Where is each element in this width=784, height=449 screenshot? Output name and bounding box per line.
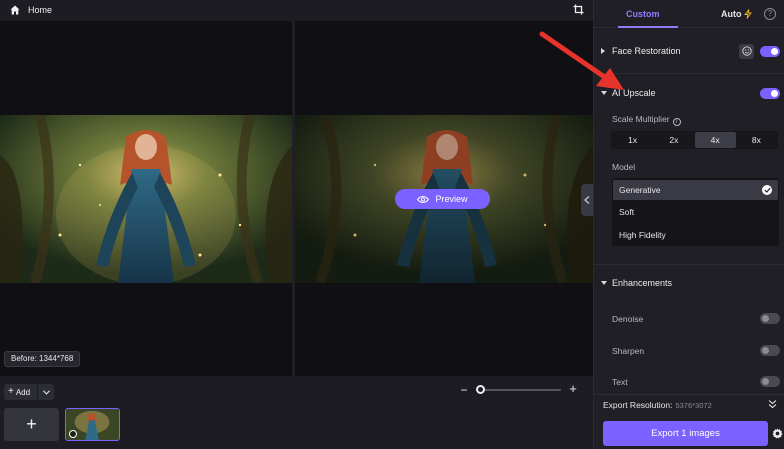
tab-auto-label: Auto — [721, 9, 742, 19]
crop-icon[interactable] — [573, 4, 584, 15]
scale-option-4x[interactable]: 4x — [694, 132, 736, 148]
export-button[interactable]: Export 1 images — [603, 421, 768, 446]
collapse-panel-tab[interactable] — [581, 184, 593, 216]
export-resolution-label: Export Resolution: — [603, 400, 673, 410]
lightning-icon — [743, 9, 752, 19]
add-dropdown[interactable] — [38, 384, 54, 400]
settings-panel: Custom Auto ? Face Restoration AI Upscal… — [593, 0, 784, 449]
scale-option-2x[interactable]: 2x — [653, 132, 694, 148]
preview-button[interactable]: Preview — [395, 189, 490, 209]
plus-icon: + — [26, 414, 37, 434]
collapse-caret-icon[interactable] — [601, 91, 607, 95]
face-restoration-row[interactable]: Face Restoration — [594, 41, 784, 61]
section-divider — [594, 264, 784, 265]
thumbnail-status-icon — [69, 430, 77, 438]
before-resolution-tag: Before: 1344*768 — [4, 351, 81, 367]
scale-option-8x[interactable]: 8x — [736, 132, 777, 148]
ai-upscale-label: AI Upscale — [612, 88, 656, 98]
comparison-canvas: Preview Before: 1344*768 — [0, 21, 593, 376]
eye-icon — [417, 195, 430, 203]
help-icon[interactable]: ? — [764, 8, 776, 20]
info-icon[interactable]: i — [672, 118, 681, 126]
model-option-generative[interactable]: Generative — [613, 180, 778, 200]
preview-label: Preview — [435, 194, 468, 204]
top-bar: Home — [0, 0, 593, 21]
image-thumbnail[interactable] — [65, 408, 120, 441]
bottom-bar: + Add − + + — [0, 376, 593, 449]
tab-custom[interactable]: Custom — [626, 9, 660, 19]
zoom-in-button[interactable]: + — [567, 382, 579, 395]
collapse-caret-icon[interactable] — [601, 281, 607, 285]
mode-tabs: Custom Auto ? — [594, 0, 784, 28]
enhancements-label: Enhancements — [612, 278, 673, 288]
before-image — [0, 115, 292, 283]
add-button[interactable]: + Add — [4, 384, 54, 400]
face-icon[interactable] — [739, 43, 754, 59]
home-link[interactable]: Home — [28, 5, 52, 15]
add-label: Add — [15, 387, 31, 397]
model-label: Model — [612, 162, 636, 172]
enhancements-row[interactable]: Enhancements — [594, 273, 784, 293]
face-restoration-label: Face Restoration — [612, 46, 681, 56]
home-icon[interactable] — [10, 5, 20, 15]
ai-upscale-toggle[interactable] — [760, 87, 780, 99]
scale-multiplier-selector: 1x 2x 4x 8x — [611, 131, 778, 149]
sharpen-toggle[interactable] — [760, 345, 780, 356]
model-option-soft[interactable]: Soft — [613, 202, 778, 222]
zoom-slider-handle[interactable] — [476, 385, 485, 394]
active-tab-indicator — [618, 26, 678, 28]
model-list: Generative Soft High Fidelity — [612, 178, 779, 246]
denoise-label: Denoise — [612, 314, 644, 324]
scale-multiplier-label: Scale Multiplier i — [612, 114, 681, 126]
scale-option-1x[interactable]: 1x — [612, 132, 653, 148]
text-toggle[interactable] — [760, 376, 780, 387]
after-pane: Preview — [295, 21, 593, 376]
expand-caret-icon[interactable] — [601, 48, 605, 54]
model-option-high-fidelity[interactable]: High Fidelity — [613, 225, 778, 245]
double-chevron-down-icon[interactable] — [768, 399, 777, 409]
section-divider — [594, 394, 784, 395]
zoom-out-button[interactable]: − — [459, 384, 469, 396]
sharpen-label: Sharpen — [612, 346, 645, 356]
export-resolution: Export Resolution: 5376*3072 — [603, 400, 712, 410]
face-restoration-toggle[interactable] — [760, 45, 780, 57]
denoise-toggle[interactable] — [760, 313, 780, 324]
gear-icon[interactable] — [772, 428, 783, 439]
chevron-down-icon — [42, 389, 50, 395]
export-resolution-value: 5376*3072 — [675, 401, 712, 410]
add-main[interactable]: + Add — [4, 384, 38, 400]
section-divider — [594, 73, 784, 74]
text-label: Text — [612, 377, 628, 387]
chevron-left-icon — [584, 196, 590, 204]
ai-upscale-row[interactable]: AI Upscale — [594, 83, 784, 103]
tab-auto[interactable]: Auto — [721, 9, 752, 19]
zoom-slider-track[interactable] — [478, 389, 561, 391]
before-pane — [0, 21, 292, 376]
add-image-tile[interactable]: + — [4, 408, 59, 441]
plus-icon: + — [8, 386, 14, 397]
check-icon — [762, 185, 772, 195]
